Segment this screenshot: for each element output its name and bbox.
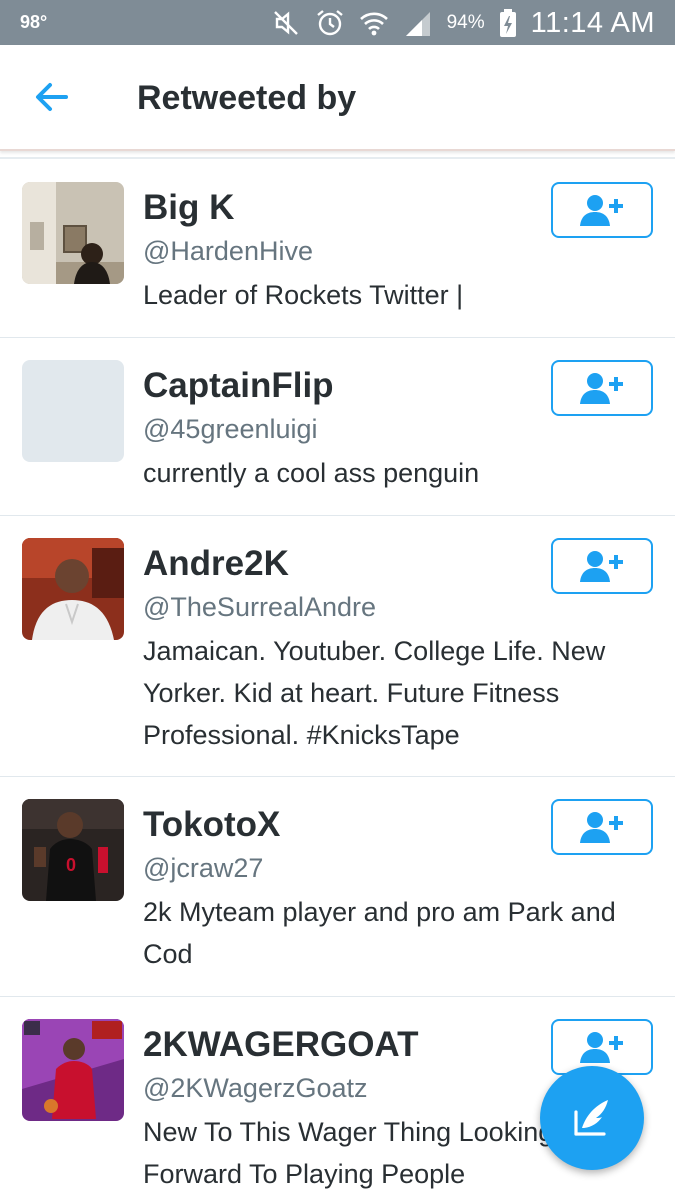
user-name[interactable]: Andre2K [143, 544, 289, 584]
user-name[interactable]: CaptainFlip [143, 366, 334, 406]
follow-button[interactable] [551, 538, 653, 594]
user-handle: @jcraw27 [143, 853, 264, 883]
user-row[interactable]: 0 TokotoX @jcraw27 2k Myteam player and … [0, 777, 675, 997]
user-row[interactable]: Andre2K @TheSurrealAndre Jamaican. Youtu… [0, 516, 675, 777]
clock-time: 11:14 AM [530, 6, 655, 39]
retweeters-list: Big K @HardenHive Leader of Rockets Twit… [0, 160, 675, 1200]
battery-charging-icon [499, 9, 516, 37]
follow-button[interactable] [551, 360, 653, 416]
user-row[interactable]: CaptainFlip @45greenluigi currently a co… [0, 338, 675, 516]
user-bio: Jamaican. Youtuber. College Life. New Yo… [143, 636, 606, 750]
user-bio: currently a cool ass penguin [143, 458, 480, 488]
avatar[interactable] [22, 182, 124, 284]
follow-button[interactable] [551, 799, 653, 855]
add-user-icon [580, 195, 623, 226]
header-divider [0, 157, 675, 159]
temperature-text: 98° [20, 12, 48, 32]
user-handle: @HardenHive [143, 236, 313, 266]
svg-text:0: 0 [66, 855, 76, 875]
user-handle: @45greenluigi [143, 414, 318, 444]
page-title: Retweeted by [137, 79, 357, 117]
back-button[interactable] [30, 77, 74, 117]
user-name[interactable]: 2KWAGERGOAT [143, 1025, 418, 1065]
user-name[interactable]: TokotoX [143, 805, 280, 845]
alarm-icon [316, 10, 343, 36]
status-icons: 94% 11:14 AM [271, 5, 655, 41]
add-user-icon [580, 1032, 623, 1063]
avatar[interactable] [22, 1019, 124, 1121]
mute-icon [273, 11, 298, 35]
compose-tweet-button[interactable] [540, 1066, 644, 1170]
status-bar: 98° 94% 11:14 AM [0, 0, 675, 45]
arrow-left-icon [36, 83, 68, 111]
compose-tweet-icon [574, 1100, 608, 1136]
user-handle: @2KWagerzGoatz [143, 1073, 368, 1103]
follow-button[interactable] [551, 182, 653, 238]
user-name[interactable]: Big K [143, 188, 234, 228]
avatar[interactable]: 0 [22, 799, 124, 901]
battery-percent: 94% [446, 12, 485, 33]
add-user-icon [580, 373, 623, 404]
user-bio: Leader of Rockets Twitter | [143, 280, 464, 310]
user-handle: @TheSurrealAndre [143, 592, 377, 622]
signal-icon [405, 12, 430, 36]
add-user-icon [580, 812, 623, 843]
app-header: Retweeted by [0, 45, 675, 151]
add-user-icon [580, 551, 623, 582]
user-row[interactable]: Big K @HardenHive Leader of Rockets Twit… [0, 160, 675, 338]
user-bio: 2k Myteam player and pro am Park and Cod [143, 897, 616, 969]
avatar-placeholder[interactable] [22, 360, 124, 462]
avatar[interactable] [22, 538, 124, 640]
wifi-icon [359, 12, 388, 36]
